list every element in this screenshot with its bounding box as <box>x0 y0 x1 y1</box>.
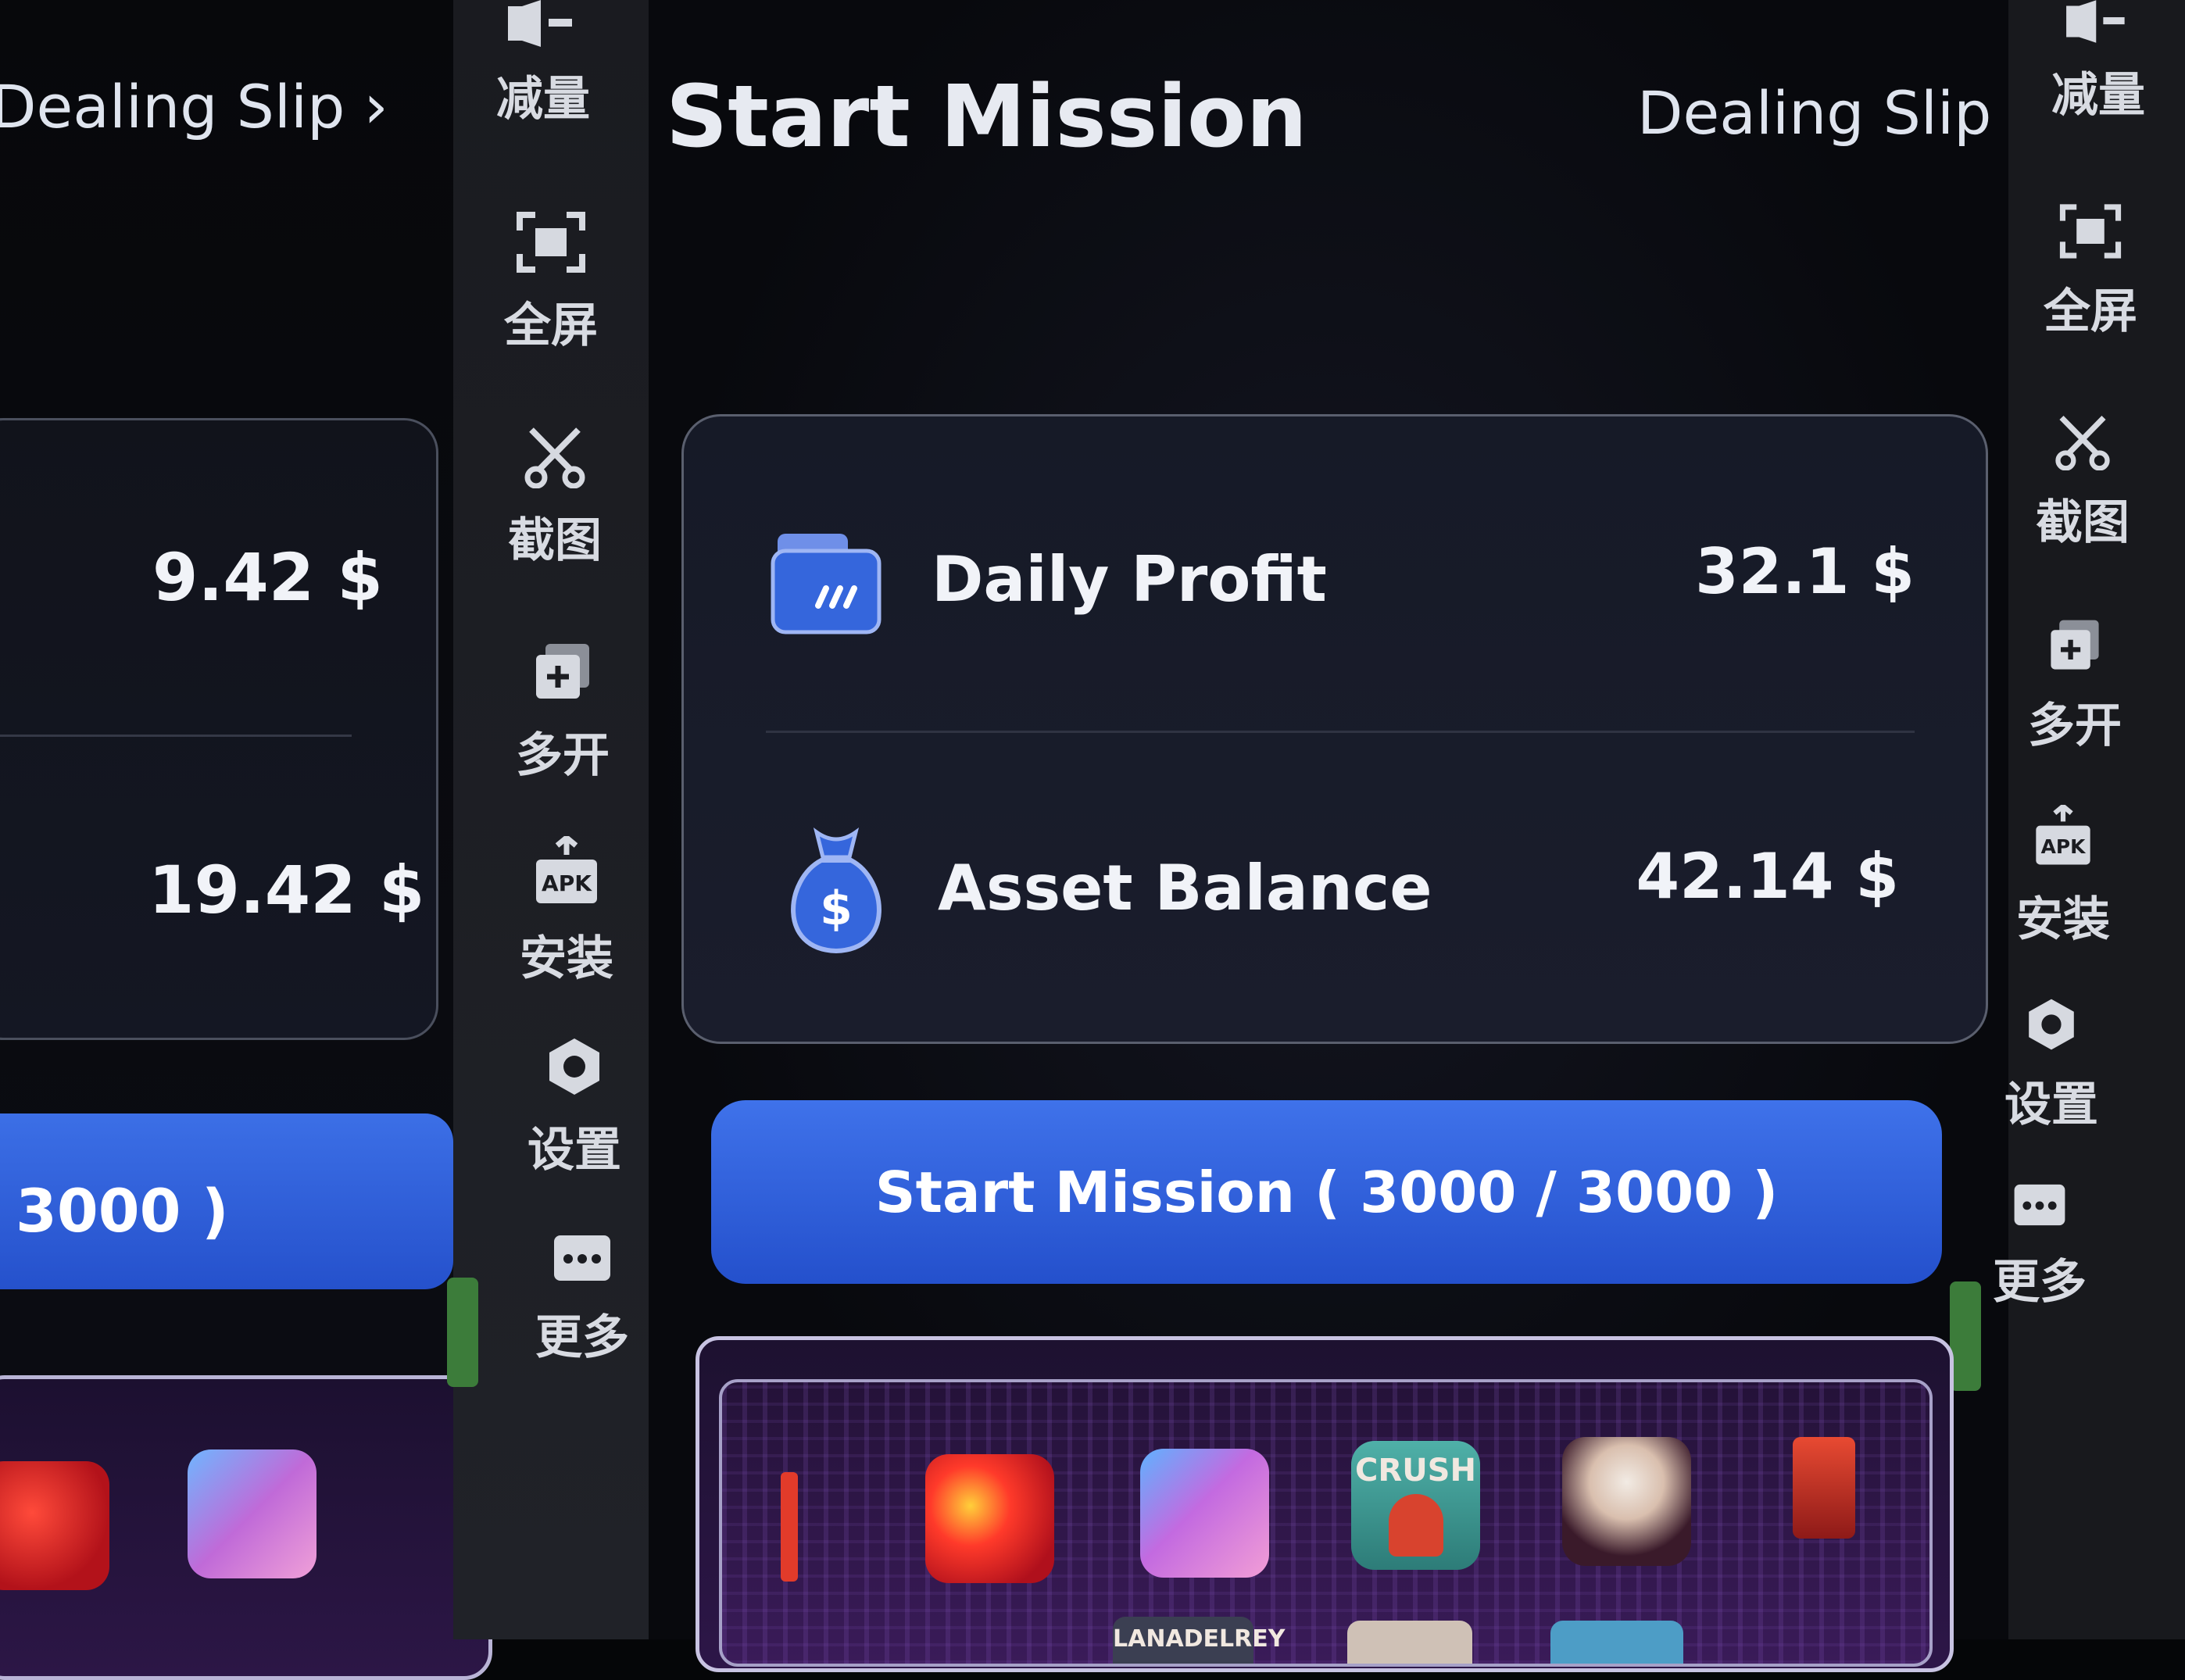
toolbar-mid-screenshot[interactable]: 截图 <box>488 426 621 570</box>
left-app-window: Dealing Slip › 9.42 $ 19.42 $ 3000 ) <box>0 0 492 1680</box>
toolbar-mid-more[interactable]: 更多 <box>516 1231 649 1367</box>
dealing-slip-link[interactable]: Dealing Slip › <box>1637 78 2035 148</box>
daily-profit-label: Daily Profit <box>932 543 1327 616</box>
toolbar-right-install-label: 安装 <box>2016 892 2110 947</box>
multi-open-icon <box>2051 620 2099 670</box>
app-grid: CRUSH LANADELREY <box>719 1379 1933 1667</box>
crush-tile-label: CRUSH <box>1355 1453 1476 1489</box>
app-tile-portrait[interactable] <box>1140 1449 1269 1578</box>
toolbar-mid-screenshot-label: 截图 <box>508 513 602 568</box>
left-side-tab-green[interactable] <box>447 1278 478 1387</box>
toolbar-right-screenshot-label: 截图 <box>2036 495 2130 550</box>
settings-icon <box>2029 999 2074 1050</box>
app-tile-lower-3[interactable] <box>1550 1621 1683 1664</box>
fullscreen-icon <box>517 212 585 273</box>
multi-open-icon <box>536 644 589 699</box>
toolbar-right-fullscreen[interactable]: 全屏 <box>2024 203 2157 341</box>
scissors-icon <box>2055 415 2110 470</box>
dealing-slip-label: Dealing Slip <box>1637 78 1992 148</box>
toolbar-mid-install-label: 安装 <box>520 931 613 986</box>
toolbar-mid-multi-open-label: 多开 <box>516 728 610 783</box>
toolbar-right-install[interactable]: APK 安装 <box>1997 805 2130 949</box>
left-app-tile-red[interactable] <box>0 1461 109 1590</box>
daily-profit-value: 32.1 $ <box>1695 535 1915 608</box>
scissors-icon <box>524 427 585 488</box>
stats-divider <box>766 731 1915 733</box>
toolbar-right-fullscreen-label: 全屏 <box>2044 284 2137 339</box>
left-start-mission-label: 3000 ) <box>16 1176 229 1246</box>
wallet-card-icon <box>771 534 882 634</box>
toolbar-right-more[interactable]: 更多 <box>1973 1180 2106 1312</box>
toolbar-right-volume-down[interactable]: 减量 <box>2032 0 2165 125</box>
toolbar-mid-fullscreen-label: 全屏 <box>504 298 598 353</box>
app-tile-red-abstract[interactable] <box>925 1454 1054 1583</box>
more-icon <box>2014 1184 2065 1226</box>
page-title: Start Mission <box>666 66 1307 166</box>
toolbar-right-multi-open[interactable]: 多开 <box>2008 617 2141 756</box>
app-tile-lower-lanadelrey[interactable]: LANADELREY <box>1113 1617 1286 1664</box>
left-daily-profit-value: 9.42 $ <box>152 539 383 616</box>
left-dealing-slip-label: Dealing Slip <box>0 72 345 141</box>
left-dealing-slip-link[interactable]: Dealing Slip › <box>0 72 388 142</box>
apk-install-icon: APK <box>536 836 597 903</box>
crush-figure <box>1388 1494 1443 1557</box>
emulator-toolbar-right: 减量 全屏 截图 多开 APK 安装 设置 更多 <box>1993 0 2185 1639</box>
toolbar-right-settings-label: 设置 <box>2004 1078 2098 1132</box>
app-tile-white-figure[interactable] <box>1562 1437 1691 1566</box>
svg-text:APK: APK <box>2041 835 2087 858</box>
start-mission-button[interactable]: Start Mission ( 3000 / 3000 ) <box>711 1100 1942 1284</box>
apk-install-icon: APK <box>2036 805 2090 865</box>
toolbar-mid-volume-down[interactable]: 减量 <box>477 0 610 129</box>
start-mission-button-label: Start Mission ( 3000 / 3000 ) <box>874 1159 1779 1225</box>
toolbar-mid-install[interactable]: APK 安装 <box>500 836 633 988</box>
svg-text:APK: APK <box>542 870 592 896</box>
toolbar-mid-volume-down-label: 减量 <box>496 72 590 127</box>
volume-down-icon <box>508 0 572 47</box>
toolbar-mid-settings[interactable]: 设置 <box>508 1035 641 1180</box>
toolbar-mid-multi-open[interactable]: 多开 <box>496 641 629 785</box>
fullscreen-icon <box>2059 204 2122 259</box>
left-app-tile-portrait[interactable] <box>188 1449 316 1578</box>
left-stats-card <box>0 418 438 1040</box>
emulator-toolbar-middle: 减量 全屏 截图 多开 APK 安装 设置 更多 <box>453 0 649 1639</box>
toolbar-mid-more-label: 更多 <box>535 1310 629 1365</box>
left-stats-divider <box>0 735 352 737</box>
lanadelrey-tile-label: LANADELREY <box>1113 1625 1286 1653</box>
toolbar-right-more-label: 更多 <box>1993 1255 2087 1310</box>
toolbar-right-multi-open-label: 多开 <box>2028 699 2122 753</box>
app-tile-lower-2[interactable] <box>1347 1621 1472 1664</box>
partial-app-tile[interactable] <box>781 1472 798 1582</box>
toolbar-mid-settings-label: 设置 <box>527 1123 621 1178</box>
more-icon <box>554 1235 610 1281</box>
toolbar-mid-fullscreen[interactable]: 全屏 <box>485 211 617 356</box>
toolbar-right-settings[interactable]: 设置 <box>1985 996 2118 1135</box>
svg-text:$: $ <box>820 881 853 936</box>
asset-balance-value: 42.14 $ <box>1636 840 1899 913</box>
volume-down-icon <box>2066 0 2125 43</box>
toolbar-right-screenshot[interactable]: 截图 <box>2016 414 2149 552</box>
app-tile-crush[interactable]: CRUSH <box>1351 1441 1480 1570</box>
left-app-grid <box>0 1375 492 1680</box>
settings-icon <box>549 1038 599 1095</box>
chevron-right-icon: › <box>363 72 388 142</box>
asset-balance-label: Asset Balance <box>938 852 1432 924</box>
app-tile-red-poster[interactable] <box>1793 1437 1855 1539</box>
money-bag-icon: $ <box>791 827 882 954</box>
left-asset-balance-value: 19.42 $ <box>148 852 425 928</box>
toolbar-right-volume-down-label: 减量 <box>2051 68 2145 123</box>
